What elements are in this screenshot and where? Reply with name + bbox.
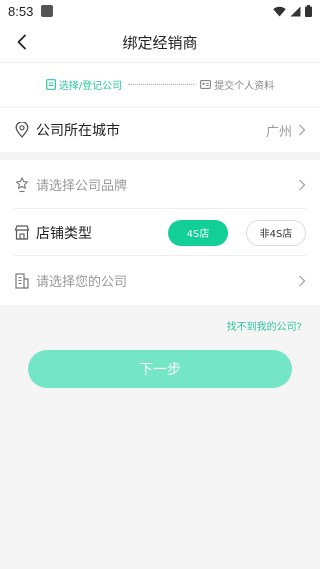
wifi-icon xyxy=(273,6,286,16)
chevron-right-icon xyxy=(298,275,306,287)
notification-app-icon xyxy=(41,5,54,17)
company-form-card: 请选择公司品牌 店铺类型 4S店 非4S店 请选择您的公司 xyxy=(0,160,320,305)
status-time: 8:53 xyxy=(8,3,34,19)
store-type-options: 4S店 非4S店 xyxy=(168,219,306,246)
signal-icon xyxy=(290,6,301,16)
city-card: 公司所在城市 广州 xyxy=(0,108,320,152)
store-option-non-4s[interactable]: 非4S店 xyxy=(246,219,306,246)
chevron-right-icon xyxy=(298,124,306,136)
screen: 8:53 绑定经销商 选择/登记公司 提交个人资料 公司所在城市 广州 请选择公… xyxy=(0,0,320,569)
store-type-label: 店铺类型 xyxy=(36,225,92,242)
back-button[interactable] xyxy=(10,30,34,54)
brand-badge-icon xyxy=(14,176,30,193)
step-select-company: 选择/登记公司 xyxy=(45,77,123,92)
chevron-left-icon xyxy=(17,34,26,50)
city-value: 广州 xyxy=(265,124,292,140)
chevron-right-icon xyxy=(298,179,306,191)
city-row[interactable]: 公司所在城市 广州 xyxy=(0,108,320,152)
page-title: 绑定经销商 xyxy=(122,33,198,52)
status-bar: 8:53 xyxy=(0,0,320,22)
nav-bar: 绑定经销商 xyxy=(0,22,320,62)
company-row[interactable]: 请选择您的公司 xyxy=(0,256,320,305)
company-not-found-link[interactable]: 找不到我的公司? xyxy=(227,318,302,333)
company-placeholder: 请选择您的公司 xyxy=(36,275,128,290)
status-icons xyxy=(273,5,312,17)
battery-icon xyxy=(305,5,312,17)
store-type-row: 店铺类型 4S店 非4S店 xyxy=(0,209,320,256)
company-building-icon xyxy=(14,272,30,289)
step-connector xyxy=(128,84,195,85)
document-icon xyxy=(45,79,56,90)
brand-row[interactable]: 请选择公司品牌 xyxy=(0,160,320,209)
store-option-4s[interactable]: 4S店 xyxy=(168,219,228,246)
id-card-icon xyxy=(200,80,212,89)
step-submit-profile: 提交个人资料 xyxy=(200,77,274,92)
city-label: 公司所在城市 xyxy=(36,123,120,139)
step-indicator: 选择/登记公司 提交个人资料 xyxy=(0,62,320,106)
bottom-bar xyxy=(0,565,320,569)
store-icon xyxy=(14,225,30,241)
next-step-button[interactable]: 下一步 xyxy=(28,350,292,388)
location-pin-icon xyxy=(14,122,30,138)
step-1-label: 选择/登记公司 xyxy=(58,81,123,92)
brand-placeholder: 请选择公司品牌 xyxy=(36,179,128,194)
step-2-label: 提交个人资料 xyxy=(214,81,275,92)
